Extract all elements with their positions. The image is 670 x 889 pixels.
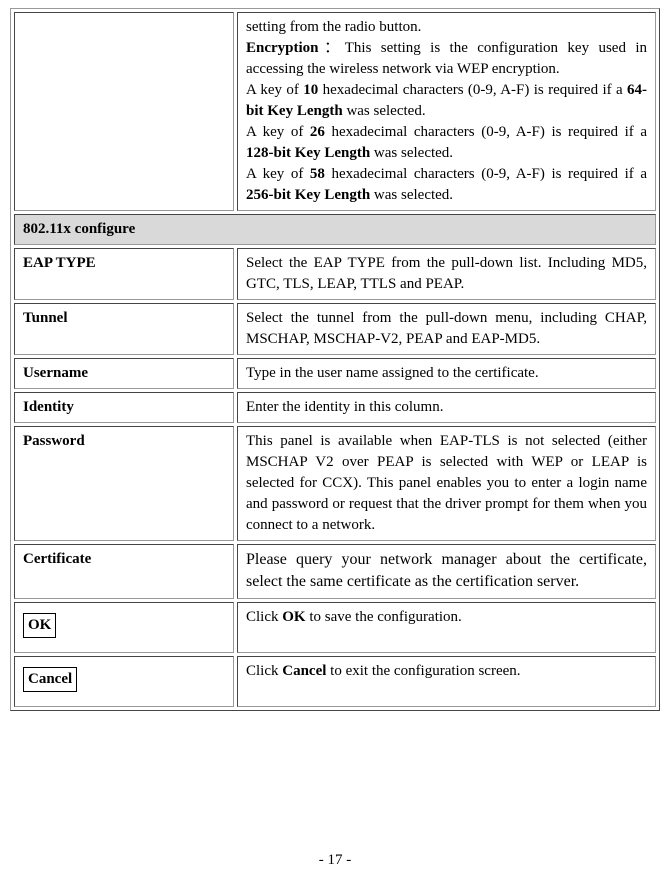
- table-row: Certificate Please query your network ma…: [14, 544, 656, 599]
- cancel-button[interactable]: Cancel: [23, 667, 77, 692]
- text: A key of: [246, 124, 310, 140]
- text: to exit the configuration screen.: [326, 663, 520, 679]
- row-label-empty: [14, 12, 234, 211]
- text: ：: [319, 40, 345, 56]
- text: setting from the radio button.: [246, 19, 421, 35]
- row-desc-username: Type in the user name assigned to the ce…: [237, 358, 656, 389]
- section-header-80211x: 802.11x configure: [14, 214, 656, 245]
- text: was selected.: [370, 145, 453, 161]
- table-row: setting from the radio button. Encryptio…: [14, 12, 656, 211]
- row-label-cancel: Cancel: [14, 656, 234, 707]
- table-row: Cancel Click Cancel to exit the configur…: [14, 656, 656, 707]
- row-desc-password: This panel is available when EAP-TLS is …: [237, 426, 656, 541]
- row-label-certificate: Certificate: [14, 544, 234, 599]
- encryption-label: Encryption: [246, 40, 319, 56]
- text: Click: [246, 663, 282, 679]
- table-row: Tunnel Select the tunnel from the pull-d…: [14, 303, 656, 355]
- key58: 58: [310, 166, 325, 182]
- key128bit: 128-bit Key Length: [246, 145, 370, 161]
- row-desc-certificate: Please query your network manager about …: [237, 544, 656, 599]
- ok-button[interactable]: OK: [23, 613, 56, 638]
- text: to save the configuration.: [306, 609, 462, 625]
- row-desc-identity: Enter the identity in this column.: [237, 392, 656, 423]
- text: was selected.: [343, 103, 426, 119]
- row-label-tunnel: Tunnel: [14, 303, 234, 355]
- text: hexadecimal characters (0-9, A-F) is req…: [325, 166, 647, 182]
- text: was selected.: [370, 187, 453, 203]
- row-desc-cancel: Click Cancel to exit the configuration s…: [237, 656, 656, 707]
- row-desc-tunnel: Select the tunnel from the pull-down men…: [237, 303, 656, 355]
- row-label-eaptype: EAP TYPE: [14, 248, 234, 300]
- text: Click: [246, 609, 282, 625]
- text: A key of: [246, 82, 303, 98]
- key256bit: 256-bit Key Length: [246, 187, 370, 203]
- table-row-section: 802.11x configure: [14, 214, 656, 245]
- text: hexadecimal characters (0-9, A-F) is req…: [325, 124, 647, 140]
- cancel-bold: Cancel: [282, 663, 326, 679]
- page-number: - 17 -: [0, 850, 670, 871]
- row-desc-eaptype: Select the EAP TYPE from the pull-down l…: [237, 248, 656, 300]
- table-row: EAP TYPE Select the EAP TYPE from the pu…: [14, 248, 656, 300]
- text: hexadecimal characters (0-9, A-F) is req…: [318, 82, 627, 98]
- row-label-password: Password: [14, 426, 234, 541]
- text: A key of: [246, 166, 310, 182]
- key10: 10: [303, 82, 318, 98]
- config-table: setting from the radio button. Encryptio…: [10, 8, 660, 711]
- row-desc-encryption: setting from the radio button. Encryptio…: [237, 12, 656, 211]
- row-label-username: Username: [14, 358, 234, 389]
- key26: 26: [310, 124, 325, 140]
- table-row: Identity Enter the identity in this colu…: [14, 392, 656, 423]
- table-row: Username Type in the user name assigned …: [14, 358, 656, 389]
- row-desc-ok: Click OK to save the configuration.: [237, 602, 656, 653]
- row-label-identity: Identity: [14, 392, 234, 423]
- row-label-ok: OK: [14, 602, 234, 653]
- ok-bold: OK: [282, 609, 305, 625]
- table-row: Password This panel is available when EA…: [14, 426, 656, 541]
- table-row: OK Click OK to save the configuration.: [14, 602, 656, 653]
